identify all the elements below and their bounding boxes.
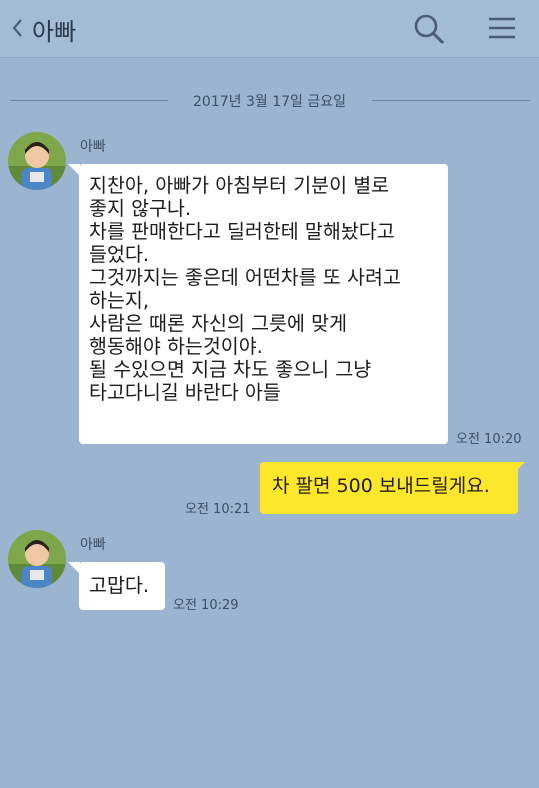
date-separator: 2017년 3월 17일 금요일 [0,88,539,112]
chevron-left-icon[interactable] [8,14,26,42]
avatar[interactable] [8,132,66,190]
search-icon[interactable] [412,12,446,46]
sender-name: 아빠 [80,139,106,155]
message-time: 오전 10:29 [173,598,239,613]
message-bubble-outgoing[interactable]: 차 팔면 500 보내드릴게요. [260,462,518,514]
chat-header: 아빠 [0,0,539,58]
menu-icon[interactable] [486,14,518,42]
message-bubble-incoming[interactable]: 지찬아, 아빠가 아침부터 기분이 별로 좋지 않구나. 차를 판매한다고 딜러… [79,164,448,444]
message-time: 오전 10:21 [185,502,251,517]
message-time: 오전 10:20 [456,432,522,447]
message-bubble-incoming[interactable]: 고맙다. [79,562,165,610]
date-text: 2017년 3월 17일 금요일 [193,94,346,110]
bubble-tail [513,462,525,474]
avatar[interactable] [8,530,66,588]
sender-name: 아빠 [80,537,106,553]
chat-title: 아빠 [32,18,77,46]
date-divider-right [372,100,530,101]
